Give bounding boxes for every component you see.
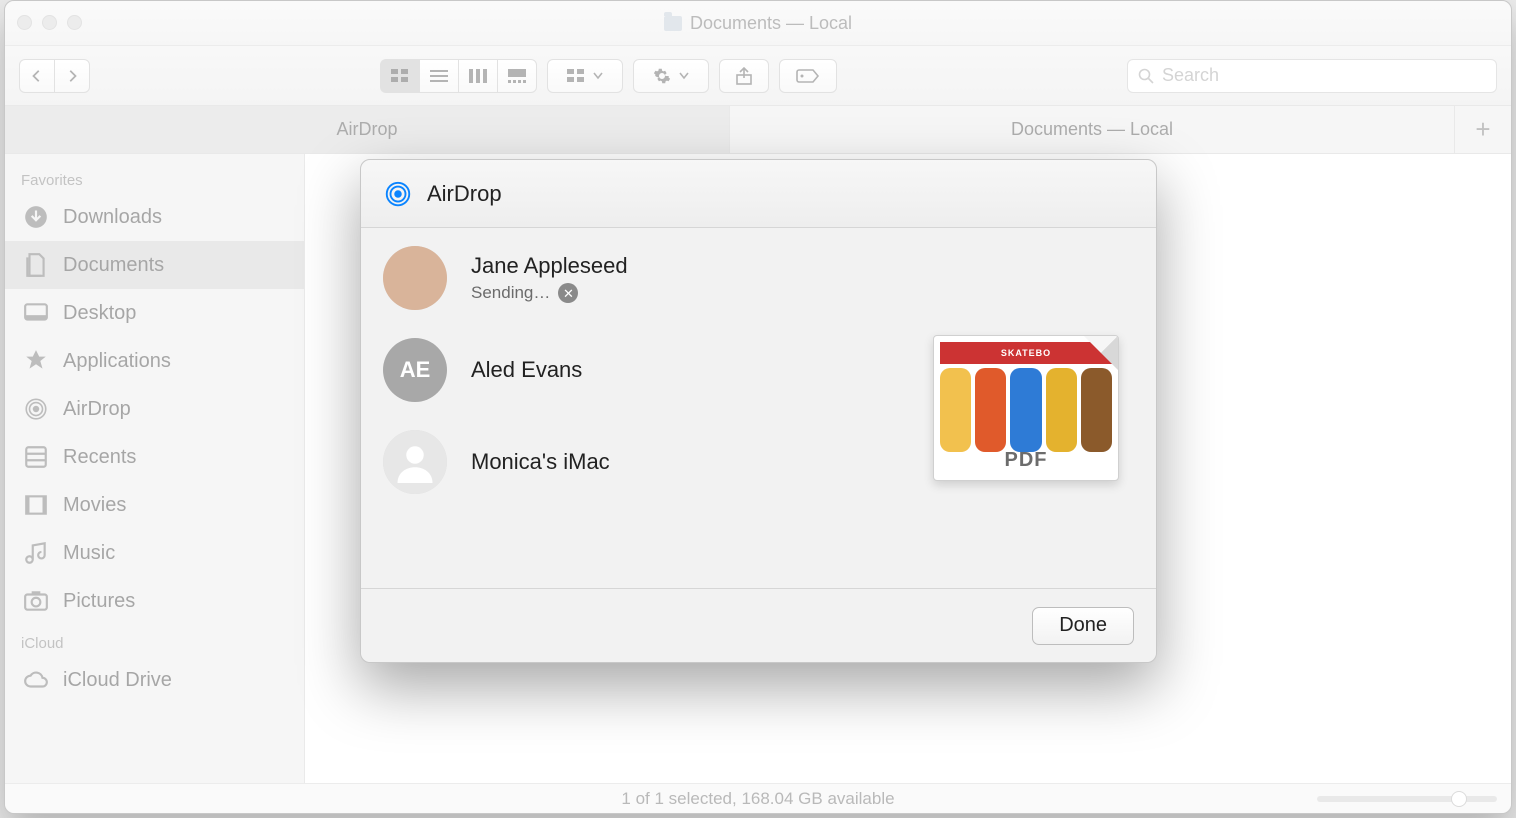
done-button[interactable]: Done [1032, 607, 1134, 645]
file-preview: SKATEBO PDF [933, 335, 1119, 481]
sidebar-item-label: Music [63, 542, 115, 565]
titlebar: Documents — Local [5, 1, 1511, 46]
close-window-button[interactable] [17, 15, 32, 30]
search-icon [1138, 68, 1154, 84]
forward-button[interactable] [54, 59, 90, 93]
airdrop-icon [23, 396, 49, 422]
person-icon [383, 430, 447, 494]
zoom-slider-thumb[interactable] [1451, 791, 1467, 807]
tags-button[interactable] [779, 59, 837, 93]
file-type-badge: PDF [1005, 449, 1048, 472]
download-icon [23, 204, 49, 230]
sidebar-item-music[interactable]: Music [5, 529, 304, 577]
zoom-window-button[interactable] [67, 15, 82, 30]
sidebar-item-recents[interactable]: Recents [5, 433, 304, 481]
sidebar-item-label: Documents [63, 254, 164, 277]
tabbar: AirDrop Documents — Local + [5, 106, 1511, 154]
desktop-icon [23, 300, 49, 326]
statusbar-text: 1 of 1 selected, 168.04 GB available [621, 789, 894, 809]
file-preview-header: SKATEBO [940, 342, 1112, 364]
list-view-button[interactable] [419, 59, 458, 93]
sidebar-item-applications[interactable]: Applications [5, 337, 304, 385]
toolbar: Search [5, 46, 1511, 106]
sheet-body: Jane Appleseed Sending… ✕ AE Aled Evans [361, 228, 1156, 588]
recipient-row[interactable]: AE Aled Evans [383, 338, 874, 402]
sidebar-item-label: Pictures [63, 590, 135, 613]
statusbar: 1 of 1 selected, 168.04 GB available [5, 783, 1511, 813]
tab-documents-local[interactable]: Documents — Local [730, 106, 1455, 153]
cancel-send-button[interactable]: ✕ [558, 283, 578, 303]
sidebar-item-documents[interactable]: Documents [5, 241, 304, 289]
file-preview-art: SKATEBO [940, 342, 1112, 452]
file-preview-column: SKATEBO PDF [896, 228, 1156, 588]
sidebar-item-movies[interactable]: Movies [5, 481, 304, 529]
action-button[interactable] [633, 59, 709, 93]
sidebar-item-label: Recents [63, 446, 136, 469]
view-mode-buttons [380, 59, 537, 93]
icon-view-button[interactable] [380, 59, 419, 93]
airdrop-sheet: AirDrop Jane Appleseed Sending… ✕ AE [360, 159, 1157, 663]
share-button[interactable] [719, 59, 769, 93]
gallery-view-button[interactable] [497, 59, 537, 93]
nav-buttons [19, 59, 90, 93]
music-icon [23, 540, 49, 566]
back-button[interactable] [19, 59, 54, 93]
avatar: AE [383, 338, 447, 402]
recipient-row[interactable]: Jane Appleseed Sending… ✕ [383, 246, 874, 310]
sheet-title: AirDrop [427, 181, 502, 207]
avatar-initials: AE [400, 357, 431, 383]
sidebar-section-icloud: iCloud [5, 625, 304, 656]
recipient-status: Sending… ✕ [471, 283, 628, 303]
search-placeholder: Search [1162, 65, 1219, 86]
sidebar-item-label: AirDrop [63, 398, 131, 421]
recipient-row[interactable]: Monica's iMac [383, 430, 874, 494]
sidebar-item-label: Movies [63, 494, 126, 517]
recents-icon [23, 444, 49, 470]
avatar [383, 246, 447, 310]
sidebar-item-airdrop[interactable]: AirDrop [5, 385, 304, 433]
window-title: Documents — Local [664, 13, 852, 34]
tab-airdrop[interactable]: AirDrop [5, 106, 730, 153]
sidebar-item-pictures[interactable]: Pictures [5, 577, 304, 625]
group-by-button[interactable] [547, 59, 623, 93]
sidebar-item-label: iCloud Drive [63, 669, 172, 692]
pictures-icon [23, 588, 49, 614]
recipients-list: Jane Appleseed Sending… ✕ AE Aled Evans [361, 228, 896, 588]
airdrop-icon [383, 179, 413, 209]
zoom-slider[interactable] [1317, 796, 1497, 802]
applications-icon [23, 348, 49, 374]
window-controls [17, 15, 82, 30]
search-field[interactable]: Search [1127, 59, 1497, 93]
movies-icon [23, 492, 49, 518]
recipient-name: Aled Evans [471, 357, 582, 383]
sidebar-section-favorites: Favorites [5, 162, 304, 193]
avatar [383, 430, 447, 494]
recipient-name: Monica's iMac [471, 449, 610, 475]
sheet-footer: Done [361, 588, 1156, 662]
sidebar: Favorites Downloads Documents Desktop Ap… [5, 154, 305, 783]
window-title-text: Documents — Local [690, 13, 852, 34]
sidebar-item-label: Desktop [63, 302, 136, 325]
folder-icon [664, 16, 682, 31]
minimize-window-button[interactable] [42, 15, 57, 30]
sidebar-item-downloads[interactable]: Downloads [5, 193, 304, 241]
documents-icon [23, 252, 49, 278]
sidebar-item-desktop[interactable]: Desktop [5, 289, 304, 337]
new-tab-button[interactable]: + [1455, 106, 1511, 153]
column-view-button[interactable] [458, 59, 497, 93]
recipient-name: Jane Appleseed [471, 253, 628, 279]
sheet-header: AirDrop [361, 160, 1156, 228]
sidebar-item-label: Applications [63, 350, 171, 373]
cloud-icon [23, 667, 49, 693]
sidebar-item-icloud-drive[interactable]: iCloud Drive [5, 656, 304, 704]
sidebar-item-label: Downloads [63, 206, 162, 229]
